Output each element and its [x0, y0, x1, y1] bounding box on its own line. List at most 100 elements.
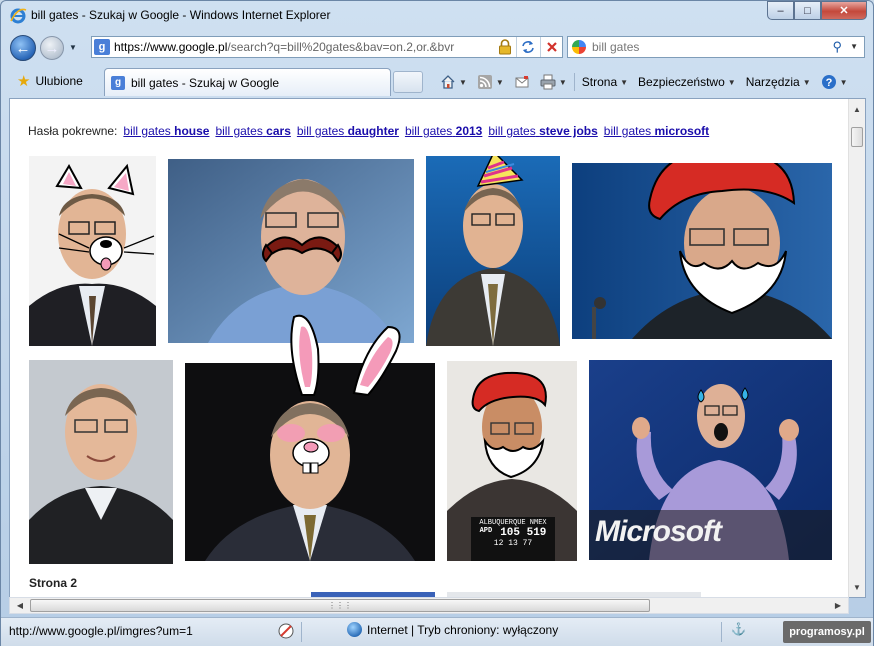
tab-active[interactable]: g bill gates - Szukaj w Google — [104, 68, 391, 96]
image-result-4[interactable] — [572, 163, 832, 339]
read-mail-button[interactable] — [511, 71, 533, 93]
image-result-3[interactable] — [426, 156, 560, 346]
photo-portrait-mustache — [168, 159, 414, 343]
page-menu-button[interactable]: Strona ▼ — [579, 71, 631, 93]
stop-icon — [546, 42, 557, 52]
related-searches-label: Hasła pokrewne: — [28, 124, 118, 138]
url-host: https://www.google.pl — [114, 40, 228, 54]
horizontal-scroll-thumb[interactable]: ⋮⋮⋮ — [30, 599, 650, 612]
google-search-provider-icon — [572, 40, 586, 54]
image-result-1[interactable] — [29, 156, 156, 346]
scroll-right-icon[interactable]: ▶ — [830, 598, 846, 613]
address-bar[interactable]: g https://www.google.pl/search?q=bill%20… — [91, 36, 563, 58]
url-path: /search?q=bill%20gates&bav=on.2,or.&bvr — [227, 40, 455, 54]
print-button[interactable]: ▼ — [537, 71, 570, 93]
microsoft-logo: Microsoft — [595, 515, 722, 548]
window-title: bill gates - Szukaj w Google - Windows I… — [31, 8, 331, 22]
chevron-down-icon[interactable]: ▼ — [840, 78, 848, 87]
photo-portrait-party-hat — [426, 156, 560, 346]
refresh-icon — [521, 41, 534, 53]
chevron-down-icon: ▼ — [727, 77, 736, 87]
zoom-level-icon[interactable]: ⚓ — [731, 622, 746, 636]
photo-portrait-gnome-hat — [572, 163, 832, 339]
address-url[interactable]: https://www.google.pl/search?q=bill%20ga… — [114, 40, 488, 54]
photo-portrait-cat-ears — [29, 156, 156, 346]
related-link-daughter[interactable]: bill gates daughter — [297, 124, 399, 138]
mugshot-sign-city: ALBUQUERQUE NMEX — [479, 519, 547, 527]
internet-explorer-logo-icon — [10, 8, 27, 24]
forward-arrow-icon: → — [44, 39, 60, 57]
refresh-button[interactable] — [516, 37, 538, 57]
safety-menu-label: Bezpieczeństwo — [638, 75, 725, 89]
security-zone[interactable]: Internet | Tryb chroniony: wyłączony — [347, 622, 558, 637]
page-menu-label: Strona — [581, 75, 618, 89]
scroll-down-icon[interactable]: ▼ — [849, 579, 865, 595]
status-bar: http://www.google.pl/imgres?um=1 Interne… — [1, 617, 873, 646]
image-result-7[interactable]: ALBUQUERQUE NMEX APD 105 519 12 13 77 — [447, 361, 577, 561]
image-result-2[interactable] — [168, 159, 414, 343]
image-result-5[interactable] — [29, 360, 173, 564]
watermark: programosy.pl — [783, 621, 871, 643]
close-window-button[interactable]: ✕ — [821, 1, 867, 20]
tools-menu-button[interactable]: Narzędzia ▼ — [743, 71, 814, 93]
browser-window: bill gates - Szukaj w Google - Windows I… — [0, 0, 874, 646]
scroll-up-icon[interactable]: ▲ — [849, 101, 865, 117]
minimize-button[interactable]: – — [767, 1, 794, 20]
chevron-down-icon[interactable]: ▼ — [496, 78, 504, 87]
toolbar-separator — [573, 73, 575, 91]
new-tab-button[interactable] — [393, 71, 423, 93]
search-input[interactable] — [592, 39, 812, 55]
padlock-icon[interactable] — [498, 39, 512, 55]
stop-button[interactable] — [540, 37, 562, 57]
related-link-house[interactable]: bill gates house — [123, 124, 209, 138]
safety-menu-button[interactable]: Bezpieczeństwo ▼ — [635, 71, 739, 93]
image-result-6[interactable] — [185, 363, 435, 561]
vertical-scrollbar[interactable]: ▲ ▼ — [848, 99, 865, 597]
back-arrow-icon: ← — [15, 39, 31, 57]
google-favicon-icon: g — [111, 75, 125, 90]
home-button[interactable]: ▼ — [437, 71, 470, 93]
search-box[interactable]: ⚲ ▼ — [567, 36, 865, 58]
star-icon: ★ — [17, 73, 31, 90]
help-icon: ? — [821, 75, 836, 89]
mail-icon — [515, 76, 529, 88]
globe-icon — [347, 622, 362, 637]
popup-blocker-icon[interactable] — [277, 622, 295, 640]
maximize-button[interactable]: □ — [794, 1, 821, 20]
rss-icon — [477, 75, 492, 89]
related-link-steve-jobs[interactable]: bill gates steve jobs — [488, 124, 597, 138]
command-bar: ★ Ulubione g bill gates - Szukaj w Googl… — [1, 65, 873, 97]
favorites-label: Ulubione — [35, 74, 83, 88]
recent-pages-dropdown-icon[interactable]: ▼ — [69, 43, 77, 52]
chevron-down-icon[interactable]: ▼ — [559, 78, 567, 87]
back-button[interactable]: ← — [10, 35, 36, 61]
chevron-down-icon[interactable]: ▼ — [459, 78, 467, 87]
image-result-8[interactable]: Microsoft — [589, 360, 832, 560]
google-favicon-icon: g — [94, 39, 110, 55]
forward-button[interactable]: → — [40, 36, 64, 60]
chevron-down-icon: ▼ — [620, 77, 629, 87]
vertical-scroll-thumb[interactable] — [851, 127, 863, 147]
related-link-cars[interactable]: bill gates cars — [215, 124, 290, 138]
tools-menu-label: Narzędzia — [745, 75, 800, 89]
photo-portrait-bunny-ears — [185, 363, 435, 561]
related-link-2013[interactable]: bill gates 2013 — [405, 124, 482, 138]
mugshot-sign-apd: APD — [479, 527, 493, 535]
help-button[interactable]: ? ▼ — [818, 71, 851, 93]
related-searches: Hasła pokrewne: bill gates house bill gate… — [28, 124, 709, 138]
page-viewport: Hasła pokrewne: bill gates house bill gate… — [9, 98, 866, 598]
search-icon[interactable]: ⚲ — [832, 39, 842, 55]
feeds-button[interactable]: ▼ — [474, 71, 507, 93]
related-link-microsoft[interactable]: bill gates microsoft — [604, 124, 709, 138]
mugshot-sign: ALBUQUERQUE NMEX APD 105 519 12 13 77 — [471, 519, 555, 561]
svg-text:?: ? — [825, 77, 832, 89]
chevron-down-icon: ▼ — [802, 77, 811, 87]
security-zone-label: Internet | Tryb chroniony: wyłączony — [367, 622, 559, 637]
search-options-dropdown-icon[interactable]: ▼ — [850, 42, 858, 51]
title-bar: bill gates - Szukaj w Google - Windows I… — [1, 1, 873, 31]
horizontal-scrollbar[interactable]: ◀ ⋮⋮⋮ ▶ — [9, 597, 849, 614]
tab-label: bill gates - Szukaj w Google — [131, 75, 280, 90]
status-separator — [721, 622, 722, 642]
favorites-button[interactable]: ★ Ulubione — [11, 69, 91, 93]
scroll-left-icon[interactable]: ◀ — [12, 598, 28, 613]
